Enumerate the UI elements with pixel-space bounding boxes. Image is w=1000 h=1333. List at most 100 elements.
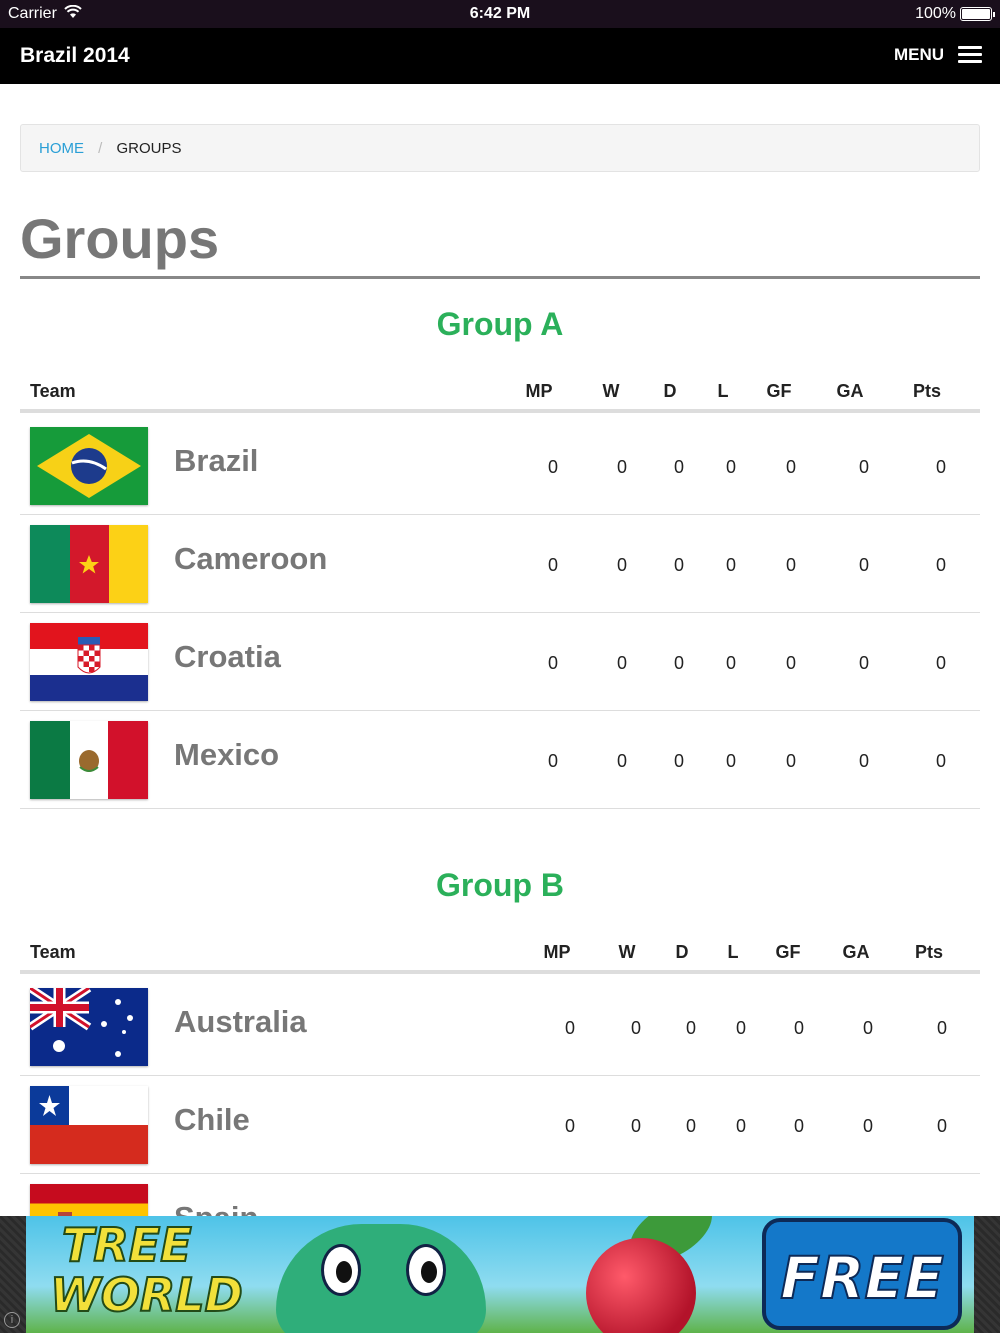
ad-creative[interactable]: TREE WORLD FREE bbox=[26, 1216, 974, 1333]
stat-mp: 0 bbox=[564, 1018, 576, 1038]
australia-flag bbox=[30, 988, 148, 1066]
battery-percent: 100% bbox=[915, 5, 956, 22]
stat-d: 0 bbox=[673, 555, 685, 575]
stat-w: 0 bbox=[616, 751, 628, 771]
stat-mp: 0 bbox=[547, 653, 559, 673]
group-a-table-header: Team MP W D L GF GA Pts bbox=[20, 373, 980, 413]
title-divider bbox=[20, 276, 980, 279]
breadcrumb-current: GROUPS bbox=[116, 140, 182, 157]
team-name[interactable]: Brazil bbox=[174, 443, 258, 479]
col-ga: GA bbox=[836, 381, 864, 401]
stat-d: 0 bbox=[685, 1116, 697, 1136]
col-w: W bbox=[618, 942, 636, 962]
group-b-title: Group B bbox=[436, 867, 564, 903]
col-l: L bbox=[727, 942, 739, 962]
col-pts: Pts bbox=[912, 381, 942, 401]
stat-l: 0 bbox=[725, 457, 737, 477]
mexico-flag bbox=[30, 721, 148, 799]
ad-logo-line1: TREE bbox=[61, 1217, 193, 1273]
stat-d: 0 bbox=[685, 1018, 697, 1038]
stat-gf: 0 bbox=[785, 751, 797, 771]
breadcrumb: HOME / GROUPS bbox=[20, 124, 980, 172]
stat-mp: 0 bbox=[547, 457, 559, 477]
col-mp: MP bbox=[525, 381, 553, 401]
stat-ga: 0 bbox=[862, 1018, 874, 1038]
hamburger-icon bbox=[958, 46, 982, 64]
col-ga: GA bbox=[842, 942, 870, 962]
table-row[interactable]: Chile 0 0 0 0 0 0 0 bbox=[20, 1076, 980, 1174]
stat-l: 0 bbox=[725, 653, 737, 673]
ad-logo-line2: WORLD bbox=[49, 1267, 244, 1323]
stat-ga: 0 bbox=[858, 653, 870, 673]
ad-character bbox=[276, 1224, 486, 1333]
col-d: D bbox=[675, 942, 689, 962]
cameroon-flag bbox=[30, 525, 148, 603]
stat-d: 0 bbox=[673, 653, 685, 673]
status-bar: Carrier 6:42 PM 100% bbox=[0, 0, 1000, 28]
chile-flag bbox=[30, 1086, 148, 1164]
stat-pts: 0 bbox=[935, 751, 947, 771]
stat-mp: 0 bbox=[564, 1116, 576, 1136]
col-team: Team bbox=[30, 942, 76, 962]
stat-pts: 0 bbox=[935, 457, 947, 477]
team-name[interactable]: Croatia bbox=[174, 639, 281, 675]
ad-free-label: FREE bbox=[779, 1243, 945, 1313]
stat-ga: 0 bbox=[858, 457, 870, 477]
table-row[interactable]: Brazil 0 0 0 0 0 0 0 bbox=[20, 417, 980, 515]
croatia-flag bbox=[30, 623, 148, 701]
stat-gf: 0 bbox=[785, 555, 797, 575]
stat-l: 0 bbox=[725, 555, 737, 575]
stat-w: 0 bbox=[630, 1116, 642, 1136]
navbar: Brazil 2014 MENU bbox=[0, 28, 1000, 84]
col-mp: MP bbox=[543, 942, 571, 962]
clock: 6:42 PM bbox=[469, 5, 531, 22]
table-row[interactable]: Croatia 0 0 0 0 0 0 0 bbox=[20, 613, 980, 711]
col-pts: Pts bbox=[914, 942, 944, 962]
stat-pts: 0 bbox=[936, 1018, 948, 1038]
stat-pts: 0 bbox=[935, 555, 947, 575]
col-gf: GF bbox=[766, 381, 792, 401]
col-gf: GF bbox=[775, 942, 801, 962]
col-l: L bbox=[717, 381, 729, 401]
stat-gf: 0 bbox=[785, 653, 797, 673]
stat-ga: 0 bbox=[862, 1116, 874, 1136]
stat-pts: 0 bbox=[935, 653, 947, 673]
stat-gf: 0 bbox=[793, 1116, 805, 1136]
table-row[interactable]: Mexico 0 0 0 0 0 0 0 bbox=[20, 711, 980, 809]
battery-icon bbox=[960, 7, 995, 21]
stat-d: 0 bbox=[673, 457, 685, 477]
table-row[interactable]: Cameroon 0 0 0 0 0 0 0 bbox=[20, 515, 980, 613]
breadcrumb-separator: / bbox=[98, 140, 103, 157]
stat-w: 0 bbox=[616, 653, 628, 673]
table-row[interactable]: Australia 0 0 0 0 0 0 0 bbox=[20, 978, 980, 1076]
menu-label: MENU bbox=[893, 45, 944, 64]
group-a-title: Group A bbox=[436, 306, 564, 342]
stat-w: 0 bbox=[616, 555, 628, 575]
group-b-table-header: Team MP W D L GF GA Pts bbox=[20, 934, 980, 974]
ad-free-button[interactable]: FREE bbox=[762, 1218, 962, 1330]
menu-button[interactable]: MENU bbox=[894, 45, 982, 65]
stat-mp: 0 bbox=[547, 555, 559, 575]
ad-banner[interactable]: TREE WORLD FREE i bbox=[0, 1216, 1000, 1333]
stat-ga: 0 bbox=[858, 555, 870, 575]
stat-w: 0 bbox=[616, 457, 628, 477]
ad-info-icon[interactable]: i bbox=[4, 1312, 20, 1328]
team-name[interactable]: Chile bbox=[174, 1102, 250, 1138]
col-w: W bbox=[602, 381, 620, 401]
team-name[interactable]: Mexico bbox=[174, 737, 279, 773]
stat-l: 0 bbox=[725, 751, 737, 771]
stat-pts: 0 bbox=[936, 1116, 948, 1136]
stat-d: 0 bbox=[673, 751, 685, 771]
team-name[interactable]: Australia bbox=[174, 1004, 307, 1040]
col-team: Team bbox=[30, 381, 76, 401]
team-name[interactable]: Cameroon bbox=[174, 541, 327, 577]
stat-w: 0 bbox=[630, 1018, 642, 1038]
app-title[interactable]: Brazil 2014 bbox=[20, 44, 130, 68]
stat-gf: 0 bbox=[793, 1018, 805, 1038]
breadcrumb-home-link[interactable]: HOME bbox=[39, 140, 84, 157]
stat-l: 0 bbox=[735, 1116, 747, 1136]
stat-gf: 0 bbox=[785, 457, 797, 477]
stat-l: 0 bbox=[735, 1018, 747, 1038]
page-title: Groups bbox=[20, 207, 220, 270]
col-d: D bbox=[663, 381, 677, 401]
